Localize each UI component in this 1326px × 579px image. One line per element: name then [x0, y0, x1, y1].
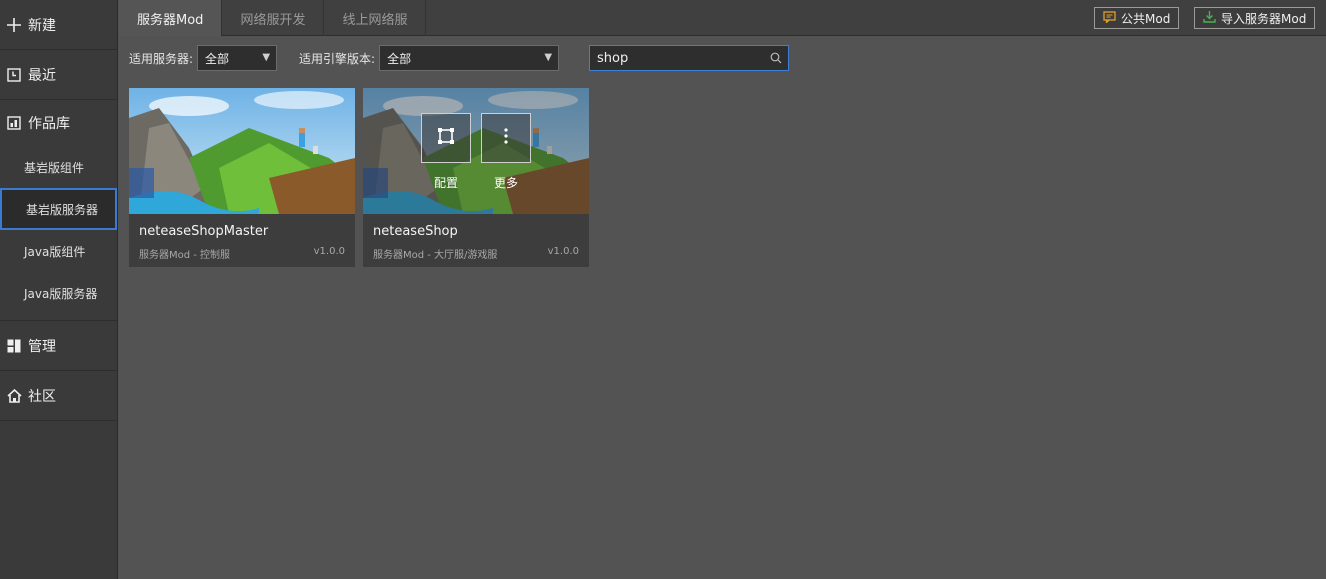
public-mod-label: 公共Mod: [1121, 11, 1171, 26]
more-dots-icon: [503, 127, 509, 149]
plus-icon: [6, 17, 22, 33]
config-label: 配置: [433, 176, 458, 190]
mod-card[interactable]: 配置 更多 neteaseShop 服务器Mod - 大厅服/游戏服 v1.0.…: [363, 88, 589, 267]
public-mod-button[interactable]: 公共Mod: [1094, 7, 1180, 29]
config-icon: [436, 126, 456, 150]
tab-online-network[interactable]: 线上网络服: [324, 0, 427, 36]
nav-works-label: 作品库: [28, 116, 70, 132]
dropdown-arrow-icon: ▼: [544, 52, 553, 63]
engine-filter-label: 适用引擎版本:: [299, 51, 376, 66]
top-bar: 服务器Mod 网络服开发 线上网络服 公共Mod 导入服务器Mod: [119, 0, 1326, 36]
sidebar-item-java-components[interactable]: Java版组件: [0, 230, 117, 272]
clock-icon: [6, 67, 22, 83]
home-icon: [6, 388, 22, 404]
nav-new[interactable]: 新建: [0, 0, 117, 50]
engine-filter-value: 全部: [387, 51, 412, 66]
tab-network-dev[interactable]: 网络服开发: [222, 0, 325, 36]
mod-meta: 服务器Mod - 大厅服/游戏服: [373, 250, 498, 261]
server-filter-value: 全部: [205, 51, 230, 66]
mod-thumbnail: [129, 88, 355, 214]
mod-card[interactable]: neteaseShopMaster 服务器Mod - 控制服 v1.0.0: [129, 88, 355, 267]
mod-title: neteaseShopMaster: [139, 224, 269, 239]
sidebar-item-bedrock-server[interactable]: 基岩版服务器: [0, 188, 117, 230]
sidebar-item-label: 基岩版组件: [24, 160, 85, 175]
sidebar-item-java-server[interactable]: Java版服务器: [0, 272, 117, 314]
mod-version: v1.0.0: [547, 246, 579, 257]
more-button[interactable]: [481, 113, 531, 163]
search-input[interactable]: shop: [589, 45, 789, 71]
mod-meta: 服务器Mod - 控制服: [139, 250, 231, 261]
download-icon: [1203, 10, 1216, 26]
mod-thumbnail: 配置 更多: [363, 88, 589, 214]
import-mod-label: 导入服务器Mod: [1221, 11, 1307, 26]
nav-works[interactable]: 作品库: [0, 100, 117, 146]
config-button[interactable]: [421, 113, 471, 163]
dropdown-arrow-icon: ▼: [262, 52, 271, 63]
nav-recent-label: 最近: [28, 67, 56, 84]
sidebar-item-label: Java版服务器: [24, 286, 98, 301]
sidebar-item-bedrock-components[interactable]: 基岩版组件: [0, 146, 117, 188]
card-hover-overlay: 配置 更多: [363, 88, 589, 214]
tab-server-mod[interactable]: 服务器Mod: [119, 0, 223, 36]
nav-works-group: 作品库 基岩版组件 基岩版服务器 Java版组件 Java版服务器: [0, 100, 117, 321]
search-value: shop: [597, 50, 629, 66]
filter-bar: 适用服务器: 全部 ▼ 适用引擎版本: 全部 ▼: [129, 45, 560, 71]
import-mod-button[interactable]: 导入服务器Mod: [1194, 7, 1316, 29]
sidebar: 新建 最近 作品库 基岩版组件 基岩版服务器 Java版组件 Java版服务器: [0, 0, 118, 579]
search-icon[interactable]: [770, 52, 782, 68]
message-icon: [1103, 10, 1116, 26]
mod-version: v1.0.0: [313, 246, 345, 257]
more-label: 更多: [493, 176, 518, 190]
nav-community-label: 社区: [28, 388, 56, 405]
server-filter-select[interactable]: 全部 ▼: [197, 45, 278, 71]
engine-filter-select[interactable]: 全部 ▼: [379, 45, 560, 71]
nav-recent[interactable]: 最近: [0, 50, 117, 100]
sidebar-item-label: 基岩版服务器: [26, 202, 99, 217]
nav-manage[interactable]: 管理: [0, 321, 117, 371]
sidebar-item-label: Java版组件: [24, 244, 86, 259]
nav-manage-label: 管理: [28, 338, 56, 355]
dashboard-icon: [6, 338, 22, 354]
nav-new-label: 新建: [28, 17, 56, 34]
library-icon: [6, 115, 22, 131]
nav-community[interactable]: 社区: [0, 371, 117, 421]
mod-title: neteaseShop: [373, 224, 458, 239]
server-filter-label: 适用服务器:: [129, 51, 194, 66]
